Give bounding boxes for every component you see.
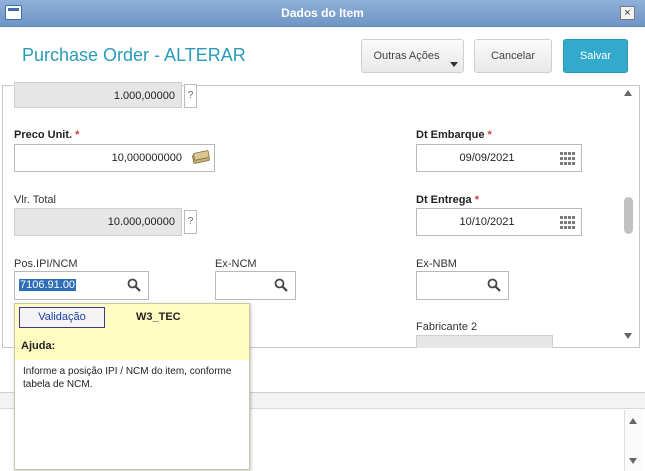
manufacturer2-field	[416, 335, 553, 348]
tooltip-header: Validação W3_TEC Ajuda:	[15, 304, 249, 360]
ship-date-label: Dt Embarque *	[416, 129, 492, 141]
delivery-date-label: Dt Entrega *	[416, 194, 479, 206]
help-icon[interactable]: ?	[184, 84, 197, 108]
help-icon[interactable]: ?	[184, 210, 197, 234]
scroll-down-arrow[interactable]	[624, 333, 632, 339]
manufacturer2-label: Fabricante 2	[416, 321, 478, 333]
page-header: Purchase Order - ALTERAR Outras Ações Ca…	[0, 27, 645, 85]
field-help-tooltip: Validação W3_TEC Ajuda: Informe a posiçã…	[14, 303, 250, 470]
delivery-date-label-text: Dt Entrega	[416, 194, 472, 206]
ship-date-label-text: Dt Embarque	[416, 129, 485, 141]
scroll-up-arrow[interactable]	[624, 90, 632, 96]
field-code: W3_TEC	[136, 311, 181, 323]
help-heading: Ajuda:	[21, 340, 56, 352]
search-icon[interactable]	[274, 278, 288, 292]
chevron-down-icon	[450, 62, 458, 67]
money-icon[interactable]	[191, 150, 211, 164]
required-mark: *	[487, 129, 492, 141]
window-titlebar: Dados do Item ×	[0, 0, 645, 27]
window-title: Dados do Item	[281, 6, 364, 20]
ship-date-field[interactable]: 09/09/2021	[416, 144, 582, 172]
search-icon[interactable]	[127, 278, 141, 292]
page-title: Purchase Order - ALTERAR	[22, 45, 246, 65]
close-button[interactable]: ×	[620, 6, 635, 20]
save-button[interactable]: Salvar	[563, 39, 628, 73]
total-value-field: 10.000,00000	[14, 208, 182, 236]
scrollbar-thumb[interactable]	[624, 197, 633, 234]
help-text: Informe a posição IPI / NCM do item, con…	[23, 366, 232, 390]
cancel-button[interactable]: Cancelar	[474, 39, 552, 73]
ncm-value: 7106.91.00	[19, 279, 77, 291]
scroll-up-arrow[interactable]	[629, 418, 637, 424]
other-actions-label: Outras Ações	[373, 50, 440, 62]
ex-ncm-label: Ex-NCM	[215, 258, 257, 270]
unit-price-label: Preco Unit. *	[14, 129, 79, 141]
quantity-field: 1.000,00000	[14, 82, 182, 108]
ncm-label: Pos.IPI/NCM	[14, 258, 78, 270]
ex-nbm-label: Ex-NBM	[416, 258, 457, 270]
required-mark: *	[75, 129, 80, 141]
unit-price-field[interactable]: 10,000000000	[14, 144, 215, 172]
calendar-icon[interactable]	[560, 216, 576, 229]
total-value-label: Vlr. Total	[14, 194, 56, 206]
scroll-down-arrow[interactable]	[629, 458, 637, 464]
required-mark: *	[474, 194, 479, 206]
other-actions-button[interactable]: Outras Ações	[361, 39, 464, 73]
unit-price-label-text: Preco Unit.	[14, 129, 73, 141]
validation-button[interactable]: Validação	[19, 307, 105, 328]
calendar-icon[interactable]	[560, 152, 576, 165]
search-icon[interactable]	[487, 278, 501, 292]
delivery-date-field[interactable]: 10/10/2021	[416, 208, 582, 236]
